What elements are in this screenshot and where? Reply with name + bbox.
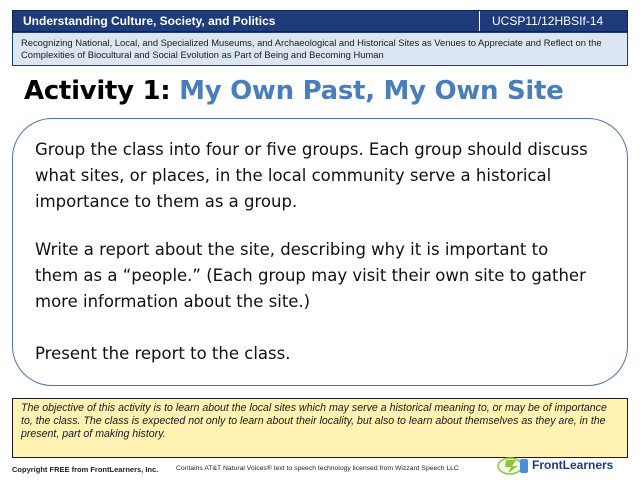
activity-heading: Activity 1: My Own Past, My Own Site <box>24 76 564 106</box>
frontlearners-logo: FrontLearners <box>488 456 628 476</box>
activity-title: My Own Past, My Own Site <box>179 76 564 106</box>
instruction-paragraph-2: Write a report about the site, describin… <box>35 240 586 311</box>
objective-note: The objective of this activity is to lea… <box>12 398 628 458</box>
activity-label: Activity 1: <box>24 76 171 106</box>
instruction-paragraph-1: Group the class into four or five groups… <box>35 140 588 211</box>
competency-code: UCSP11/12HBSIf-14 <box>492 14 604 28</box>
activity-content-box: Group the class into four or five groups… <box>12 118 628 386</box>
subject-title: Understanding Culture, Society, and Poli… <box>23 14 276 28</box>
competency-description: Recognizing National, Local, and Special… <box>12 32 628 66</box>
voices-credit: Contains AT&T Natural Voices® text to sp… <box>176 465 459 472</box>
footer: Copyright FREE from FrontLearners, Inc. … <box>12 457 628 478</box>
code-box: UCSP11/12HBSIf-14 <box>479 11 627 31</box>
logo-text: FrontLearners <box>532 458 614 472</box>
copyright-text: Copyright FREE from FrontLearners, Inc. <box>12 465 159 474</box>
header-bar: Understanding Culture, Society, and Poli… <box>12 10 628 32</box>
instruction-paragraph-3: Present the report to the class. <box>35 344 291 363</box>
logo-icon <box>497 457 528 475</box>
